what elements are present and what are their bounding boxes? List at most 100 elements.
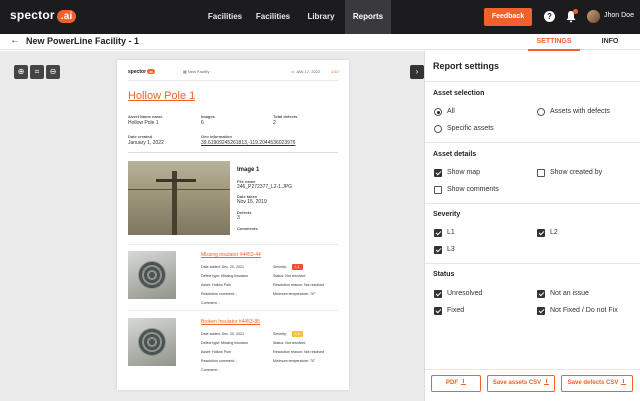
checkbox-status-not-an-issue-label[interactable]: Not an issue xyxy=(550,290,589,297)
tab-settings[interactable]: SETTINGS xyxy=(528,34,580,51)
checkbox-show-created-by[interactable] xyxy=(537,169,545,177)
checkbox-show-map[interactable] xyxy=(434,169,442,177)
report-facility: ▦ New Facility xyxy=(183,69,210,74)
page-header: ← New PowerLine Facility - 1 SETTINGS IN… xyxy=(0,34,640,51)
defect-title[interactable]: Missing insulator #4453-44 xyxy=(201,252,261,258)
severity-title: Severity xyxy=(433,211,461,218)
checkbox-show-map-label[interactable]: Show map xyxy=(447,169,480,176)
checkbox-status-not-fixed[interactable] xyxy=(537,307,545,315)
checkbox-status-fixed-label[interactable]: Fixed xyxy=(447,307,464,314)
date-created-value: January 1, 2022 xyxy=(128,140,164,146)
geo-link[interactable]: 39.61909245261813,-119.2044536023976 xyxy=(201,140,295,146)
checkbox-severity-l2-label[interactable]: L2 xyxy=(550,229,558,236)
report-divider-2 xyxy=(128,244,338,245)
images-label: Images xyxy=(201,114,215,119)
report-page-number: 1/10 xyxy=(331,69,339,74)
save-defects-csv-button[interactable]: Save defects CSV xyxy=(561,375,633,392)
asset-details-title: Asset details xyxy=(433,151,477,158)
total-defects-value: 2 xyxy=(273,120,276,126)
asset-selection-title: Asset selection xyxy=(433,90,485,97)
checkbox-status-unresolved-label[interactable]: Unresolved xyxy=(447,290,482,297)
date-created-label: Date created xyxy=(128,134,153,139)
report-divider-3 xyxy=(128,310,338,311)
checkbox-status-fixed[interactable] xyxy=(434,307,442,315)
report-settings-panel: Report settings Asset selection All Asse… xyxy=(424,51,640,401)
divider xyxy=(425,142,640,143)
defect-thumbnail xyxy=(128,318,176,366)
pdf-button[interactable]: PDF xyxy=(431,375,481,392)
divider xyxy=(425,203,640,204)
top-navigation-bar: spector .ai Facilities Facilities Library… xyxy=(0,0,640,34)
nav-facilities-2[interactable]: Facilities xyxy=(249,0,297,34)
radio-specific-assets-label[interactable]: Specific assets xyxy=(447,125,494,132)
report-logo: spector ai xyxy=(128,69,155,75)
defect-thumbnail xyxy=(128,251,176,299)
defect-min-temperature: Minimum temperature: 70° xyxy=(273,292,316,296)
logo-badge: .ai xyxy=(56,10,77,23)
nav-library[interactable]: Library xyxy=(297,0,345,34)
checkbox-severity-l3-label[interactable]: L3 xyxy=(447,246,455,253)
image-defects-value: 3 xyxy=(237,215,240,221)
defect-title[interactable]: Broken Insulator #4453-35 xyxy=(201,319,260,325)
feedback-button[interactable]: Feedback xyxy=(484,8,532,26)
collapse-panel-chevron-icon[interactable]: › xyxy=(410,65,424,79)
username[interactable]: Jhon Doe xyxy=(604,12,634,19)
page-title: New PowerLine Facility - 1 xyxy=(26,36,140,46)
nav-facilities[interactable]: Facilities xyxy=(201,0,249,34)
zoom-out-icon[interactable]: ⊖ xyxy=(46,65,60,79)
spector-logo[interactable]: spector .ai xyxy=(10,8,77,23)
help-icon[interactable]: ? xyxy=(544,11,555,22)
radio-specific-assets[interactable] xyxy=(434,125,442,133)
defect-resolution-reason: Resolution reason: Not resolved xyxy=(273,350,325,354)
checkbox-show-comments[interactable] xyxy=(434,186,442,194)
asset-name-value: Hollow Pole 1 xyxy=(128,120,159,126)
checkbox-status-not-fixed-label[interactable]: Not Fixed / Do not Fix xyxy=(550,307,618,314)
radio-assets-with-defects[interactable] xyxy=(537,108,545,116)
nav-reports[interactable]: Reports xyxy=(345,0,391,34)
defect-date-added: Date added: Dec. 20, 2021 xyxy=(201,332,244,336)
checkbox-severity-l1[interactable] xyxy=(434,229,442,237)
checkbox-status-not-an-issue[interactable] xyxy=(537,290,545,298)
checkbox-severity-l1-label[interactable]: L1 xyxy=(447,229,455,236)
notification-dot xyxy=(573,9,578,14)
fit-screen-icon[interactable]: ⌗ xyxy=(30,65,44,79)
checkbox-severity-l2[interactable] xyxy=(537,229,545,237)
defect-resolution-reason: Resolution reason: Not resolved xyxy=(273,283,325,287)
avatar[interactable] xyxy=(587,10,600,23)
tab-info[interactable]: INFO xyxy=(584,34,636,51)
image-heading: Image 1 xyxy=(237,167,260,173)
pdf-button-label: PDF xyxy=(446,380,458,386)
save-assets-csv-label: Save assets CSV xyxy=(492,380,542,386)
date-taken-value: Nov 15, 2019 xyxy=(237,199,267,205)
report-date-text: JAN 17, 2022 xyxy=(295,69,321,74)
back-arrow-icon[interactable]: ← xyxy=(10,35,20,46)
download-icon xyxy=(461,379,466,385)
defect-comment: Comment: - xyxy=(201,368,220,372)
defect-resolution-comment: Resolution comment: - xyxy=(201,292,237,296)
checkbox-show-comments-label[interactable]: Show comments xyxy=(447,186,499,193)
download-icon xyxy=(621,379,627,385)
radio-assets-with-defects-label[interactable]: Assets with defects xyxy=(550,108,610,115)
logo-text: spector xyxy=(10,8,55,22)
status-title: Status xyxy=(433,271,455,278)
radio-all[interactable] xyxy=(434,108,442,116)
checkbox-severity-l3[interactable] xyxy=(434,246,442,254)
defect-type: Defect type: Missing insulator xyxy=(201,341,248,345)
checkbox-show-created-by-label[interactable]: Show created by xyxy=(550,169,602,176)
severity-badge: L1 xyxy=(292,264,303,270)
defect-asset: Asset: Hollow Pole xyxy=(201,350,231,354)
defect-severity-label: Severity: xyxy=(273,265,287,269)
zoom-in-icon[interactable]: ⊕ xyxy=(14,65,28,79)
save-assets-csv-button[interactable]: Save assets CSV xyxy=(487,375,555,392)
checkbox-status-unresolved[interactable] xyxy=(434,290,442,298)
defect-resolution-comment: Resolution comment: - xyxy=(201,359,237,363)
radio-all-label[interactable]: All xyxy=(447,108,455,115)
defect-severity-label: Severity: xyxy=(273,332,287,336)
total-defects-label: Total defects xyxy=(273,114,298,119)
severity-badge: L2 xyxy=(292,331,303,337)
download-icon xyxy=(544,379,550,385)
save-defects-csv-label: Save defects CSV xyxy=(567,380,619,386)
defect-min-temperature: Minimum temperature: 70° xyxy=(273,359,316,363)
asset-photo xyxy=(128,161,230,235)
comments-label: Comments xyxy=(237,226,258,231)
